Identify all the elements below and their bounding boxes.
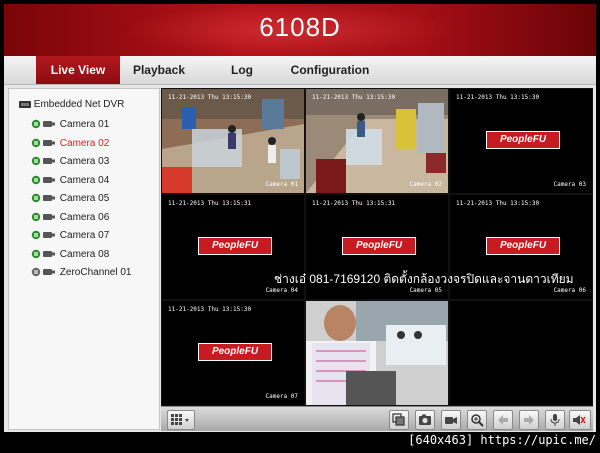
tree-item-camera[interactable]: Camera 02 (31, 137, 109, 151)
osd-camera-name: Camera 07 (265, 393, 298, 400)
tree-item-camera[interactable]: Camera 05 (31, 192, 109, 206)
osd-timestamp: 11-21-2013 Thu 13:15:30 (456, 200, 540, 207)
dvr-web-window: 6108D Live View Playback Log Configurati… (4, 4, 596, 432)
video-tile[interactable] (450, 301, 592, 405)
logo-text: PeopleFU (499, 134, 547, 145)
header-banner: 6108D (4, 4, 596, 56)
video-tile[interactable]: PeopleFU 11-21-2013 Thu 13:15:30 Camera 03 (450, 89, 592, 193)
device-model: 6108D (259, 12, 341, 42)
tree-item-label: Camera 01 (59, 119, 110, 130)
video-tile[interactable]: PeopleFU 11-21-2013 Thu 13:15:30 Camera 06 (450, 195, 592, 299)
camera-status-icon (31, 157, 55, 166)
live-view-toolbar (161, 406, 593, 431)
video-tile[interactable]: PeopleFU 11-21-2013 Thu 13:15:31 Camera 05 (306, 195, 448, 299)
record-button[interactable] (441, 410, 461, 430)
record-all-button[interactable] (389, 410, 409, 430)
osd-timestamp: 11-21-2013 Thu 13:15:31 (168, 200, 252, 207)
live-view-grid: 11-21-2013 Thu 13:15:30 Camera 01 11-21-20… (161, 88, 593, 406)
peoplefu-logo: PeopleFU (342, 237, 416, 255)
tree-item-label: Camera 03 (59, 156, 110, 167)
camera-status-icon (31, 212, 55, 222)
logo-text: PeopleFU (499, 240, 547, 251)
previous-page-button[interactable] (493, 410, 513, 430)
counter-scene-camera (306, 301, 448, 405)
layout-grid-button[interactable] (167, 410, 195, 430)
video-tile[interactable]: PeopleFU 11-21-2013 Thu 13:15:31 Camera 04 (162, 195, 304, 299)
microphone-icon (550, 414, 560, 426)
osd-camera-name: Camera 05 (409, 287, 442, 294)
peoplefu-logo: PeopleFU (486, 131, 560, 149)
tab-playback[interactable]: Playback (124, 56, 194, 84)
osd-timestamp: 11-21-2013 Thu 13:15:31 (312, 200, 396, 207)
osd-camera-name: Camera 01 (265, 181, 298, 188)
digital-zoom-button[interactable] (467, 410, 487, 430)
osd-timestamp: 11-21-2013 Thu 13:15:30 (168, 306, 252, 313)
tree-item-label: Camera 04 (59, 174, 110, 186)
camera-status-icon (31, 175, 55, 185)
volume-button[interactable] (569, 410, 591, 430)
osd-camera-name: Camera 04 (265, 287, 298, 294)
video-tile[interactable]: 11-21-2013 Thu 13:15:30 Camera 02 (306, 89, 448, 193)
osd-timestamp: 11-21-2013 Thu 13:15:30 (168, 94, 252, 101)
tree-item-camera[interactable]: Camera 03 (31, 155, 109, 169)
tree-item-label: ZeroChannel 01 (59, 267, 132, 278)
two-way-audio-button[interactable] (545, 410, 565, 430)
tab-configuration[interactable]: Configuration (280, 56, 380, 84)
image-host-tag: [640x463] https://upic.me/ (408, 433, 596, 447)
camera-status-icon (31, 249, 55, 259)
snapshot-icon (419, 414, 431, 425)
tree-item-label: Camera 07 (59, 230, 110, 241)
tree-root-dvr[interactable]: Embedded Net DVR (19, 99, 124, 110)
peoplefu-logo: PeopleFU (198, 237, 272, 255)
volume-mute-icon (573, 415, 586, 425)
previous-page-icon (498, 415, 508, 425)
camera-status-icon (31, 231, 55, 240)
tree-item-label: Camera 05 (59, 193, 110, 204)
main-navigation: Live View Playback Log Configuration (4, 56, 596, 85)
osd-camera-name: Camera 06 (553, 287, 586, 294)
camera-status-icon (31, 194, 55, 203)
osd-camera-name: Camera 03 (553, 181, 586, 188)
tree-item-camera[interactable]: ZeroChannel 01 (31, 266, 132, 280)
zoom-icon (471, 414, 484, 427)
peoplefu-logo: PeopleFU (486, 237, 560, 255)
dvr-device-icon (19, 100, 31, 108)
layout-grid-icon (171, 414, 189, 425)
tab-live-view[interactable]: Live View (36, 56, 120, 84)
camera-tree-panel: Embedded Net DVR Camera 01 Camera 02 Cam… (8, 88, 160, 430)
next-page-icon (524, 415, 534, 425)
tree-item-camera[interactable]: Camera 06 (31, 211, 109, 225)
osd-timestamp: 11-21-2013 Thu 13:15:30 (312, 94, 396, 101)
tree-item-label: Camera 06 (59, 211, 110, 223)
tree-item-label: Camera 02 (59, 137, 110, 149)
tree-item-camera[interactable]: Camera 04 (31, 174, 109, 188)
tree-item-camera[interactable]: Camera 01 (31, 118, 109, 132)
record-all-icon (392, 413, 405, 426)
camera-status-icon (31, 120, 55, 129)
next-page-button[interactable] (519, 410, 539, 430)
logo-text: PeopleFU (211, 346, 259, 357)
tree-item-camera[interactable]: Camera 08 (31, 248, 109, 262)
store-scene-camera-01 (162, 89, 304, 193)
tree-root-label: Embedded Net DVR (33, 99, 125, 110)
tree-item-label: Camera 08 (59, 248, 110, 260)
osd-camera-name: Camera 02 (409, 181, 442, 188)
tree-item-camera[interactable]: Camera 07 (31, 229, 109, 243)
record-icon (445, 417, 457, 424)
logo-text: PeopleFU (355, 240, 403, 251)
peoplefu-logo: PeopleFU (198, 343, 272, 361)
tab-log[interactable]: Log (214, 56, 270, 84)
snapshot-button[interactable] (415, 410, 435, 430)
video-tile[interactable]: PeopleFU 11-21-2013 Thu 13:15:30 Camera 07 (162, 301, 304, 405)
camera-status-icon (31, 138, 55, 148)
zero-channel-icon (31, 268, 55, 277)
logo-text: PeopleFU (211, 240, 259, 251)
store-scene-camera-02 (306, 89, 448, 193)
video-tile[interactable] (306, 301, 448, 405)
video-tile[interactable]: 11-21-2013 Thu 13:15:30 Camera 01 (162, 89, 304, 193)
osd-timestamp: 11-21-2013 Thu 13:15:30 (456, 94, 540, 101)
